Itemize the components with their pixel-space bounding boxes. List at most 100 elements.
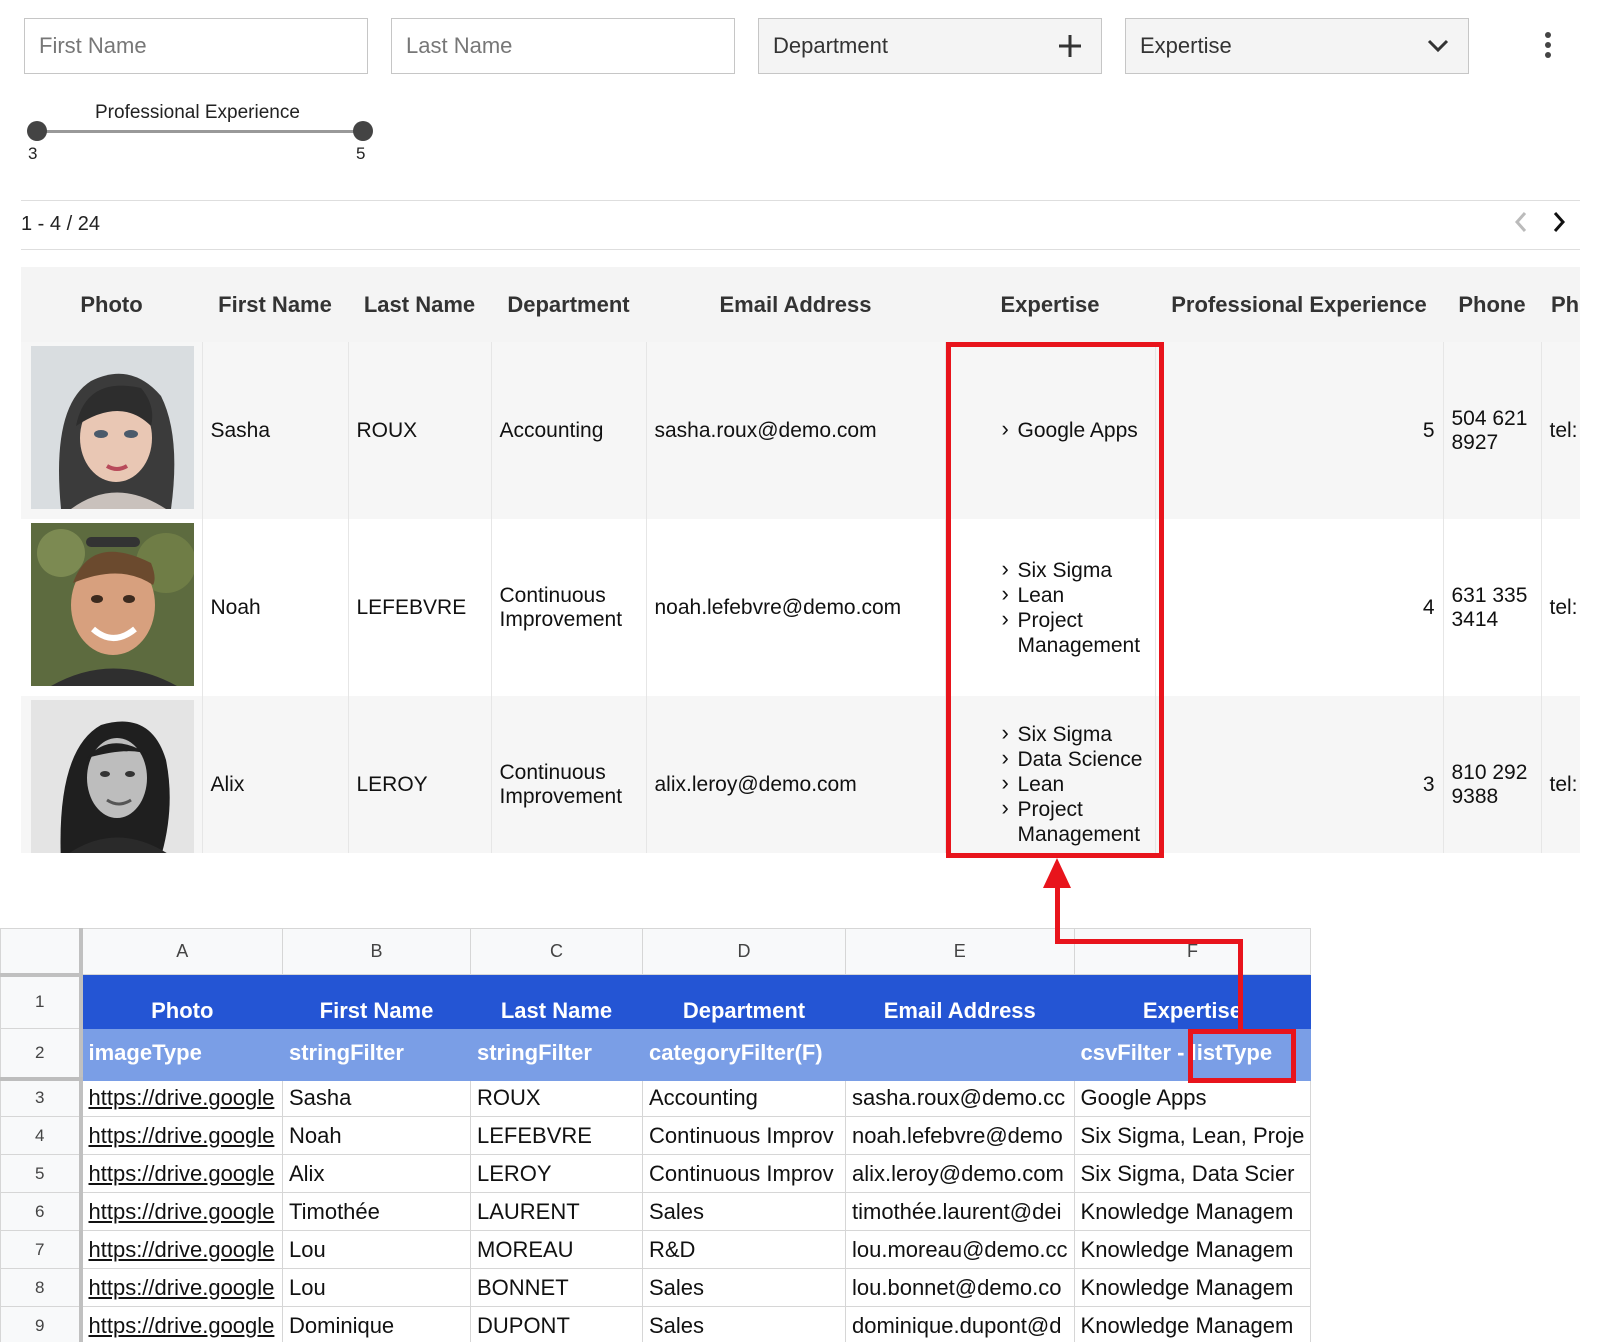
chevron-right-icon[interactable]: [1551, 210, 1567, 234]
sheet-cell[interactable]: Sales: [642, 1268, 846, 1307]
last-name-cell: LEFEBVRE: [348, 519, 492, 696]
sheet-cell[interactable]: Six Sigma, Lean, Proje: [1073, 1116, 1312, 1155]
column-letter[interactable]: A: [80, 928, 283, 975]
phone-link-cell[interactable]: tel: 292: [1541, 696, 1580, 853]
sheet-cell[interactable]: Knowledge Managem: [1073, 1230, 1312, 1269]
sheet-cell[interactable]: Knowledge Managem: [1073, 1306, 1312, 1342]
sheet-cell[interactable]: https://drive.google: [80, 1306, 283, 1342]
experience-slider-min-handle[interactable]: [27, 121, 47, 141]
table-row[interactable]: Alix LEROY Continuous Improvement alix.l…: [21, 696, 1580, 853]
sheet-cell[interactable]: LAURENT: [470, 1192, 643, 1231]
sheet-cell[interactable]: timothée.laurent@dei: [845, 1192, 1075, 1231]
more-vert-icon[interactable]: [1540, 30, 1556, 60]
plus-icon[interactable]: [1057, 33, 1083, 59]
sheet-cell[interactable]: Noah: [282, 1116, 471, 1155]
sheet-cell[interactable]: Accounting: [642, 1078, 846, 1117]
column-header-experience[interactable]: Professional Experience: [1155, 267, 1443, 342]
chevron-down-icon[interactable]: [1426, 38, 1450, 54]
experience-slider-track[interactable]: [36, 130, 361, 133]
sheet-header-cell[interactable]: Photo: [80, 974, 283, 1029]
sheet-cell[interactable]: dominique.dupont@d: [845, 1306, 1075, 1342]
row-number[interactable]: 1: [0, 974, 83, 1029]
column-letter[interactable]: F: [1073, 928, 1312, 975]
column-header-ph[interactable]: Ph: [1541, 267, 1580, 342]
column-letter[interactable]: D: [642, 928, 846, 975]
experience-slider-max-handle[interactable]: [353, 121, 373, 141]
sheet-type-cell[interactable]: [845, 1028, 1075, 1081]
sheet-type-cell[interactable]: stringFilter: [470, 1028, 643, 1081]
chevron-left-icon[interactable]: [1513, 210, 1529, 234]
sheet-cell[interactable]: Sales: [642, 1306, 846, 1342]
sheet-cell[interactable]: Alix: [282, 1154, 471, 1193]
sheet-cell[interactable]: Lou: [282, 1230, 471, 1269]
sheet-cell[interactable]: https://drive.google: [80, 1192, 283, 1231]
table-row[interactable]: Sasha ROUX Accounting sasha.roux@demo.co…: [21, 342, 1580, 519]
sheet-cell[interactable]: ROUX: [470, 1078, 643, 1117]
row-number[interactable]: 5: [0, 1154, 83, 1193]
sheet-cell[interactable]: Dominique: [282, 1306, 471, 1342]
sheet-cell[interactable]: lou.bonnet@demo.co: [845, 1268, 1075, 1307]
column-header-email[interactable]: Email Address: [646, 267, 945, 342]
row-number[interactable]: 6: [0, 1192, 83, 1231]
sheet-header-cell[interactable]: Email Address: [845, 974, 1075, 1029]
row-number[interactable]: 8: [0, 1268, 83, 1307]
sheet-header-cell[interactable]: First Name: [282, 974, 471, 1029]
sheet-cell[interactable]: Sasha: [282, 1078, 471, 1117]
sheet-cell[interactable]: https://drive.google: [80, 1154, 283, 1193]
column-header-expertise[interactable]: Expertise: [945, 267, 1155, 342]
sheet-cell[interactable]: LEFEBVRE: [470, 1116, 643, 1155]
row-number[interactable]: 7: [0, 1230, 83, 1269]
column-header-first-name[interactable]: First Name: [202, 267, 348, 342]
department-filter[interactable]: Department: [758, 18, 1102, 74]
sheet-cell[interactable]: Continuous Improv: [642, 1154, 846, 1193]
expertise-filter[interactable]: Expertise: [1125, 18, 1469, 74]
sheet-header-cell[interactable]: Expertise: [1073, 974, 1312, 1029]
sheet-header-cell[interactable]: Last Name: [470, 974, 643, 1029]
sheet-cell[interactable]: Lou: [282, 1268, 471, 1307]
phone-link-cell[interactable]: tel: 621: [1541, 342, 1580, 519]
sheet-header-cell[interactable]: Department: [642, 974, 846, 1029]
sheet-cell[interactable]: BONNET: [470, 1268, 643, 1307]
column-letter[interactable]: E: [845, 928, 1075, 975]
sheet-cell[interactable]: https://drive.google: [80, 1268, 283, 1307]
sheet-cell[interactable]: R&D: [642, 1230, 846, 1269]
sheet-cell[interactable]: Knowledge Managem: [1073, 1268, 1312, 1307]
sheet-cell[interactable]: MOREAU: [470, 1230, 643, 1269]
first-name-filter[interactable]: First Name: [24, 18, 368, 74]
column-letter[interactable]: B: [282, 928, 471, 975]
sheet-corner[interactable]: [0, 928, 83, 977]
column-header-photo[interactable]: Photo: [21, 267, 202, 342]
sheet-cell[interactable]: https://drive.google: [80, 1230, 283, 1269]
row-number[interactable]: 4: [0, 1116, 83, 1155]
table-row[interactable]: Noah LEFEBVRE Continuous Improvement noa…: [21, 519, 1580, 696]
sheet-cell[interactable]: noah.lefebvre@demo: [845, 1116, 1075, 1155]
sheet-cell[interactable]: Continuous Improv: [642, 1116, 846, 1155]
sheet-cell[interactable]: sasha.roux@demo.cc: [845, 1078, 1075, 1117]
sheet-cell[interactable]: Six Sigma, Data Scier: [1073, 1154, 1312, 1193]
row-number[interactable]: 9: [0, 1306, 83, 1342]
sheet-type-cell[interactable]: imageType: [80, 1028, 283, 1081]
sheet-cell[interactable]: DUPONT: [470, 1306, 643, 1342]
last-name-filter[interactable]: Last Name: [391, 18, 735, 74]
experience-slider-min-value: 3: [28, 144, 38, 163]
sheet-cell[interactable]: https://drive.google: [80, 1078, 283, 1117]
sheet-cell[interactable]: Timothée: [282, 1192, 471, 1231]
sheet-type-cell[interactable]: categoryFilter(F): [642, 1028, 846, 1081]
column-header-department[interactable]: Department: [491, 267, 646, 342]
sheet-cell[interactable]: https://drive.google: [80, 1116, 283, 1155]
row-number[interactable]: 3: [0, 1078, 83, 1117]
column-header-phone[interactable]: Phone: [1443, 267, 1541, 342]
row-number[interactable]: 2: [0, 1028, 83, 1081]
column-letter[interactable]: C: [470, 928, 643, 975]
photo-cell: [21, 519, 203, 696]
sheet-cell[interactable]: alix.leroy@demo.com: [845, 1154, 1075, 1193]
sheet-type-cell[interactable]: stringFilter: [282, 1028, 471, 1081]
sheet-cell[interactable]: LEROY: [470, 1154, 643, 1193]
phone-link-cell[interactable]: tel: 335: [1541, 519, 1580, 696]
sheet-cell[interactable]: Knowledge Managem: [1073, 1192, 1312, 1231]
sheet-cell[interactable]: lou.moreau@demo.cc: [845, 1230, 1075, 1269]
column-header-last-name[interactable]: Last Name: [348, 267, 491, 342]
sheet-cell[interactable]: Sales: [642, 1192, 846, 1231]
photo-cell: [21, 696, 203, 853]
sheet-cell[interactable]: Google Apps: [1073, 1078, 1312, 1117]
